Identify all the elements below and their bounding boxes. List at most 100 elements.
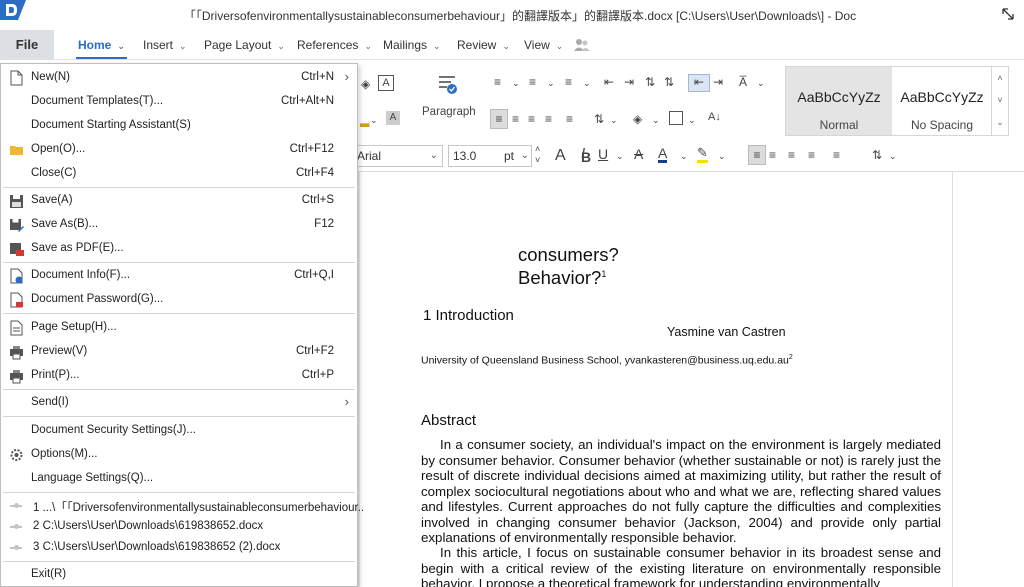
text-direction-icon[interactable]: ⇤	[688, 74, 710, 92]
align-left-icon[interactable]: ≡	[748, 145, 766, 165]
tab-file[interactable]: File	[0, 30, 54, 60]
chevron-down-icon[interactable]: ˅	[992, 89, 1008, 111]
numbered-list-icon[interactable]: ≡	[529, 75, 536, 89]
menu-item-language[interactable]: Language Settings(Q)...	[1, 467, 357, 491]
save-as-icon	[10, 219, 24, 232]
menu-item-options[interactable]: Options(M)...	[1, 443, 357, 467]
paragraph-spacing-icon[interactable]: ⇅	[664, 75, 674, 89]
paragraph-settings-icon[interactable]	[437, 73, 459, 95]
align-center-icon[interactable]: ≡	[512, 112, 519, 126]
menu-item-close[interactable]: Close(C) Ctrl+F4	[1, 162, 357, 186]
menu-item-templates[interactable]: Document Templates(T)... Ctrl+Alt+N	[1, 90, 357, 114]
line-spacing-icon[interactable]: ⇅	[594, 112, 604, 126]
tab-home[interactable]: Home ⌄	[76, 30, 127, 60]
shading-icon[interactable]: ◈	[633, 112, 642, 126]
expand-icon[interactable]: ⌄	[992, 111, 1008, 133]
recent-file-3[interactable]: 3 C:\Users\User\Downloads\619838652 (2).…	[1, 536, 357, 560]
multilevel-list-icon[interactable]: ≡	[565, 75, 572, 89]
menu-item-new[interactable]: New(N) Ctrl+N ›	[1, 66, 357, 90]
highlight-color-icon[interactable]: ✎	[697, 146, 708, 163]
chevron-down-icon[interactable]: ⌄	[610, 113, 618, 127]
justify-icon[interactable]: ≡	[808, 148, 815, 162]
chevron-down-icon[interactable]: ⌄	[757, 76, 765, 90]
align-left-icon[interactable]: ≡	[490, 109, 508, 129]
menu-item-page-setup[interactable]: Page Setup(H)...	[1, 316, 357, 340]
strikethrough-icon[interactable]: A	[634, 147, 643, 161]
menu-item-save-as[interactable]: Save As(B)... F12	[1, 213, 357, 237]
chevron-down-icon[interactable]: ⌄	[652, 113, 660, 127]
tab-references[interactable]: References ⌄	[297, 30, 372, 60]
justify-icon[interactable]: ≡	[545, 112, 552, 126]
align-center-icon[interactable]: ≡	[769, 148, 776, 162]
underline-icon[interactable]: U	[598, 147, 608, 161]
tab-view[interactable]: View ⌄	[524, 30, 563, 60]
style-no-spacing[interactable]: AaBbCcYyZz No Spacing	[892, 67, 992, 135]
chevron-down-icon[interactable]: ⌄	[688, 113, 696, 127]
font-size-stepper[interactable]: ˄ ˅	[535, 144, 540, 166]
tab-mailings[interactable]: Mailings ⌄	[383, 30, 441, 60]
menu-doc-info-shortcut: Ctrl+Q,I	[294, 269, 334, 281]
pin-icon[interactable]	[10, 545, 22, 550]
chinese-layout-icon[interactable]: A̅	[739, 75, 747, 89]
menu-item-send[interactable]: Send(I) ›	[1, 391, 357, 415]
decrease-indent-icon[interactable]: ⇤	[604, 75, 614, 89]
clear-format-icon[interactable]: ◈	[361, 77, 370, 91]
menu-doc-info-label: Document Info(F)...	[31, 269, 131, 281]
restore-window-icon[interactable]	[1000, 6, 1016, 22]
collaborate-icon[interactable]	[574, 38, 590, 52]
rtl-icon[interactable]: ⇥	[713, 75, 723, 89]
chevron-down-icon[interactable]: ⌄	[616, 149, 624, 163]
menu-templates-label: Document Templates(T)...	[31, 95, 164, 107]
menu-item-save[interactable]: Save(A) Ctrl+S	[1, 189, 357, 213]
italic-icon[interactable]: I	[581, 146, 585, 161]
chevron-down-icon: ⌄	[179, 41, 187, 51]
affiliation-text: University of Queensland Business School…	[421, 354, 789, 367]
chevron-down-icon[interactable]: ⌄	[718, 149, 726, 163]
chevron-down-icon[interactable]: ⌄	[547, 76, 555, 90]
tab-review[interactable]: Review ⌄	[457, 30, 510, 60]
style-normal[interactable]: AaBbCcYyZz Normal	[786, 67, 892, 135]
sort-icon[interactable]: A↓	[708, 110, 721, 124]
chevron-down-icon[interactable]: ⌄	[370, 113, 378, 127]
chevron-up-icon[interactable]: ˄	[992, 67, 1008, 89]
font-name-select[interactable]: Arial ⌄	[352, 145, 443, 167]
chevron-down-icon[interactable]: ⌄	[583, 76, 591, 90]
grow-font-icon[interactable]: A	[555, 146, 566, 166]
menu-item-assistant[interactable]: Document Starting Assistant(S)	[1, 114, 357, 138]
line-spacing-add-icon[interactable]: ⇅	[645, 75, 655, 89]
vertical-scroll-area[interactable]	[952, 172, 1024, 587]
tab-insert[interactable]: Insert ⌄	[143, 30, 187, 60]
line-spacing-icon[interactable]: ⇅	[872, 148, 882, 162]
chevron-down-icon[interactable]: ⌄	[889, 149, 897, 163]
bullet-list-icon[interactable]: ≡	[494, 75, 501, 89]
menu-item-preview[interactable]: Preview(V) Ctrl+F2	[1, 340, 357, 364]
tab-page-layout[interactable]: Page Layout ⌄	[204, 30, 285, 60]
chevron-down-icon[interactable]: ⌄	[512, 76, 520, 90]
char-border-icon[interactable]: A	[378, 75, 394, 91]
font-size-select[interactable]: 13.0 pt ⌄	[448, 145, 532, 167]
pin-icon[interactable]	[10, 503, 22, 508]
distributed-icon[interactable]: ≡	[833, 148, 840, 162]
menu-item-security[interactable]: Document Security Settings(J)...	[1, 419, 357, 443]
menu-close-label: Close(C)	[31, 167, 77, 179]
menu-item-exit[interactable]: Exit(R)	[1, 563, 357, 587]
affiliation-footnote: 2	[788, 354, 793, 361]
styles-scroll[interactable]: ˄ ˅ ⌄	[991, 67, 1008, 135]
pin-icon[interactable]	[10, 524, 22, 529]
section-heading: 1 Introduction	[423, 307, 514, 324]
menu-item-open[interactable]: Open(O)... Ctrl+F12	[1, 138, 357, 162]
distributed-icon[interactable]: ≡	[566, 112, 573, 126]
borders-icon[interactable]	[669, 111, 683, 125]
menu-item-save-pdf[interactable]: Save as PDF(E)...	[1, 237, 357, 261]
char-shading-icon[interactable]: A	[386, 111, 400, 125]
align-right-icon[interactable]: ≡	[528, 112, 535, 126]
menu-item-doc-password[interactable]: Document Password(G)...	[1, 288, 357, 312]
align-right-icon[interactable]: ≡	[788, 148, 795, 162]
recent-file-3-label: 3 C:\Users\User\Downloads\619838652 (2).…	[33, 541, 281, 553]
menu-item-doc-info[interactable]: Document Info(F)... Ctrl+Q,I	[1, 264, 357, 288]
menu-item-print[interactable]: Print(P)... Ctrl+P	[1, 364, 357, 388]
font-color-icon[interactable]: A	[658, 146, 668, 163]
increase-indent-icon[interactable]: ⇥	[624, 75, 634, 89]
chevron-down-icon[interactable]: ⌄	[680, 149, 688, 163]
highlight-partial-icon[interactable]: ▂	[360, 113, 369, 127]
